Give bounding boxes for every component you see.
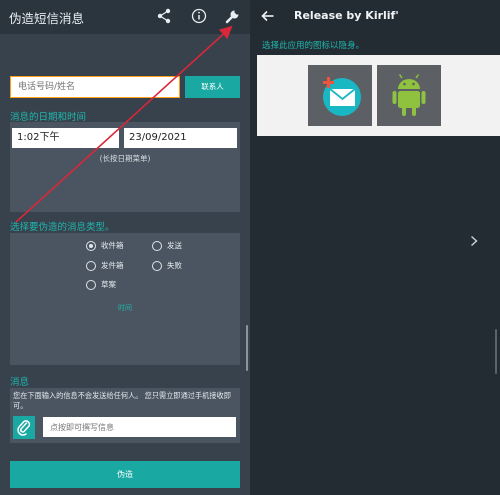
fake-sms-screen: 伪造短信消息 电话号码/姓名 联系人 消息的日期和时间 1:02下午 23/09… [0, 0, 250, 495]
type-time-link[interactable]: 时间 [10, 303, 240, 313]
hide-icon-label: 选择此应用的图标以隐身。 [262, 41, 365, 51]
fake-button[interactable]: 伪造 [10, 461, 240, 488]
right-app-bar: Release by Kirlif' [250, 0, 500, 34]
radio-sent[interactable]: 发送 [152, 240, 182, 251]
radio-outbox[interactable]: 发件箱 [86, 260, 124, 271]
recipient-row: 联系人 [10, 76, 240, 98]
datetime-label: 消息的日期和时间 [10, 112, 87, 123]
datetime-panel: 1:02下午 23/09/2021 (长按日期菜单) [10, 122, 240, 212]
share-icon[interactable] [155, 7, 173, 25]
radio-label: 发件箱 [101, 261, 124, 270]
radio-inbox[interactable]: 收件箱 [86, 240, 124, 251]
message-note: 您在下面输入的信息不会发送给任何人。 您只需立即通过手机接收即可。 [13, 391, 231, 410]
radio-label: 收件箱 [101, 241, 124, 250]
radio-selected-icon [86, 240, 96, 251]
phone-name-input[interactable] [10, 76, 180, 98]
paperclip-icon [17, 420, 31, 436]
message-type-panel: 收件箱 发送 发件箱 失败 草案 时间 [10, 233, 240, 365]
app-title: 伪造短信消息 [9, 11, 85, 26]
right-scrollbar[interactable] [495, 329, 497, 374]
time-field[interactable]: 1:02下午 [12, 128, 119, 148]
left-app-bar: 伪造短信消息 [0, 0, 250, 34]
attach-button[interactable] [13, 416, 35, 439]
message-type-label: 选择要伪造的消息类型。 [10, 222, 115, 233]
contacts-button[interactable]: 联系人 [185, 76, 240, 98]
release-screen: Release by Kirlif' 选择此应用的图标以隐身。 [250, 0, 500, 495]
radio-label: 发送 [167, 241, 182, 250]
radio-icon [152, 240, 162, 251]
android-icon-tile[interactable] [377, 65, 441, 126]
radio-icon [86, 279, 96, 290]
message-app-icon-tile[interactable] [308, 65, 372, 126]
screen: 伪造短信消息 电话号码/姓名 联系人 消息的日期和时间 1:02下午 23/09… [0, 0, 500, 495]
chevron-right-icon[interactable] [467, 233, 481, 247]
release-title: Release by Kirlif' [294, 9, 399, 22]
radio-label: 草案 [101, 280, 116, 289]
message-app-icon [323, 77, 361, 116]
left-scrollbar[interactable] [246, 325, 248, 371]
back-arrow-icon[interactable] [260, 8, 276, 24]
date-field[interactable]: 23/09/2021 [124, 128, 237, 148]
info-icon[interactable] [190, 7, 208, 25]
android-icon [392, 74, 426, 116]
radio-failed[interactable]: 失败 [152, 260, 182, 271]
message-label: 消息 [10, 377, 30, 388]
date-hint: (长按日期菜单) [99, 154, 151, 163]
message-panel: 您在下面输入的信息不会发送给任何人。 您只需立即通过手机接收即可。 [10, 388, 240, 443]
radio-draft[interactable]: 草案 [86, 279, 116, 290]
radio-label: 失败 [167, 261, 182, 270]
icon-picker [257, 55, 500, 136]
message-input[interactable] [43, 417, 236, 437]
radio-icon [152, 260, 162, 271]
radio-icon [86, 260, 96, 271]
wrench-icon[interactable] [224, 7, 242, 25]
